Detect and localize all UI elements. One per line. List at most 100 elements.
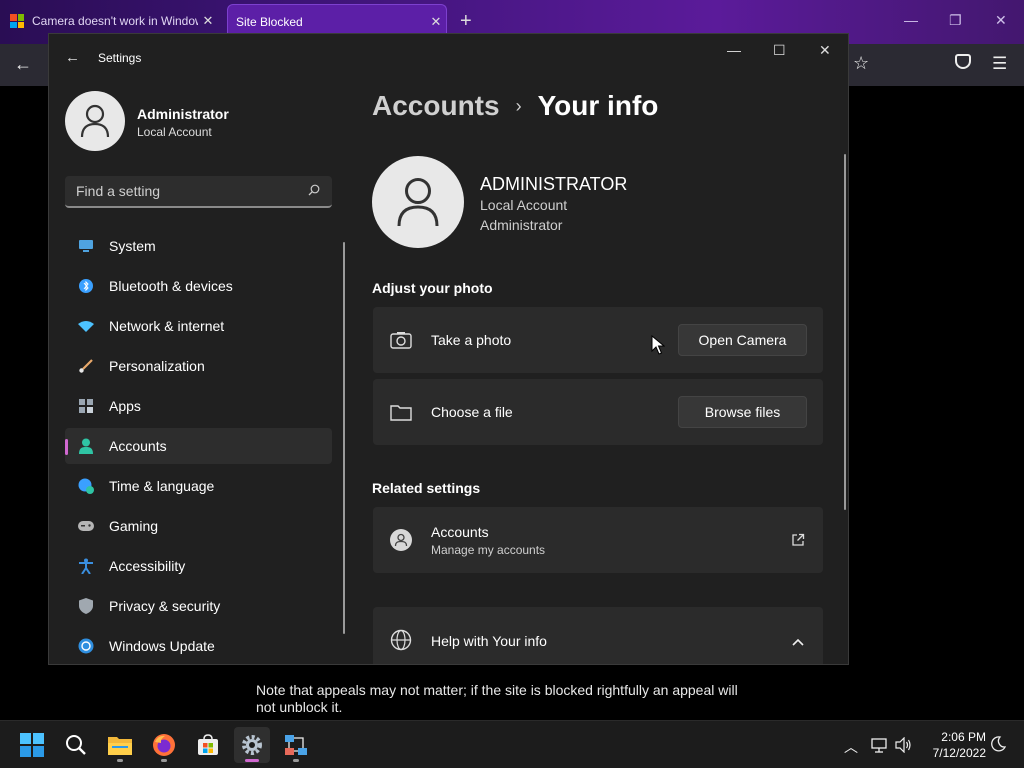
related-accounts-card[interactable]: Accounts Manage my accounts bbox=[373, 507, 823, 573]
help-card[interactable]: Help with Your info bbox=[373, 607, 823, 664]
taskbar-search-button[interactable] bbox=[58, 727, 94, 763]
avatar bbox=[65, 91, 125, 151]
close-window-icon[interactable]: ✕ bbox=[995, 12, 1007, 29]
bookmark-star-icon[interactable]: ☆ bbox=[853, 53, 869, 74]
person-icon bbox=[390, 529, 412, 551]
taskbar-network-tool[interactable] bbox=[278, 727, 314, 763]
accessibility-icon bbox=[78, 558, 94, 574]
choose-file-card: Choose a file Browse files bbox=[373, 379, 823, 445]
section-heading-related: Related settings bbox=[372, 480, 481, 496]
microsoft-logo-icon bbox=[10, 14, 24, 28]
restore-icon[interactable]: ❐ bbox=[949, 12, 962, 29]
breadcrumb-parent[interactable]: Accounts bbox=[372, 90, 500, 122]
taskbar-settings[interactable] bbox=[234, 727, 270, 763]
back-icon[interactable]: ← bbox=[14, 54, 32, 75]
sidebar-item-label: Personalization bbox=[109, 358, 205, 374]
sidebar-item-privacy-security[interactable]: Privacy & security bbox=[65, 588, 332, 624]
sidebar-item-windows-update[interactable]: Windows Update bbox=[65, 628, 332, 664]
new-tab-button[interactable]: + bbox=[460, 10, 472, 33]
person-icon bbox=[78, 438, 94, 454]
section-heading-adjust-photo: Adjust your photo bbox=[372, 280, 493, 296]
mouse-cursor-icon bbox=[651, 335, 665, 355]
breadcrumb: Accounts › Your info bbox=[372, 90, 658, 122]
browse-files-button[interactable]: Browse files bbox=[678, 396, 807, 428]
sidebar-item-label: Network & internet bbox=[109, 318, 225, 334]
volume-icon[interactable] bbox=[895, 737, 912, 753]
sidebar-item-gaming[interactable]: Gaming bbox=[65, 508, 332, 544]
brush-icon bbox=[78, 358, 94, 374]
user-name: Administrator bbox=[137, 106, 229, 122]
sidebar-item-label: Accessibility bbox=[109, 558, 186, 574]
page-title: Your info bbox=[537, 90, 659, 121]
monitor-icon bbox=[78, 238, 94, 254]
menu-icon[interactable]: ☰ bbox=[992, 54, 1007, 74]
close-icon[interactable]: ✕ bbox=[819, 42, 831, 59]
search-box[interactable] bbox=[65, 176, 332, 208]
sidebar-item-apps[interactable]: Apps bbox=[65, 388, 332, 424]
chevron-right-icon: › bbox=[515, 95, 522, 116]
help-label: Help with Your info bbox=[431, 633, 547, 649]
user-account-type: Local Account bbox=[137, 125, 212, 139]
globe-clock-icon bbox=[78, 478, 94, 494]
sidebar-item-time-language[interactable]: Time & language bbox=[65, 468, 332, 504]
bluetooth-icon bbox=[78, 278, 94, 294]
open-camera-button[interactable]: Open Camera bbox=[678, 324, 807, 356]
search-icon bbox=[66, 735, 86, 755]
pocket-icon[interactable] bbox=[955, 54, 971, 69]
minimize-icon[interactable]: — bbox=[904, 12, 918, 28]
store-icon bbox=[198, 734, 218, 755]
external-link-icon bbox=[792, 533, 805, 546]
chevron-up-icon[interactable]: ︿ bbox=[844, 737, 858, 757]
gamepad-icon bbox=[78, 518, 94, 534]
take-photo-card: Take a photo Open Camera bbox=[373, 307, 823, 373]
apps-icon bbox=[78, 398, 94, 414]
sidebar-item-label: Time & language bbox=[109, 478, 215, 494]
back-arrow-icon[interactable]: ← bbox=[65, 49, 80, 66]
maximize-icon[interactable]: ☐ bbox=[773, 42, 786, 59]
settings-window: ← Settings — ☐ ✕ Administrator Local Acc… bbox=[48, 33, 849, 665]
sidebar-item-label: Bluetooth & devices bbox=[109, 278, 233, 294]
person-icon bbox=[397, 178, 439, 227]
sidebar-item-accessibility[interactable]: Accessibility bbox=[65, 548, 332, 584]
update-icon bbox=[78, 638, 94, 654]
sidebar-item-bluetooth[interactable]: Bluetooth & devices bbox=[65, 268, 332, 304]
sidebar-item-label: System bbox=[109, 238, 156, 254]
quiet-hours-moon-icon[interactable] bbox=[990, 736, 1006, 752]
sidebar-item-label: Apps bbox=[109, 398, 141, 414]
sidebar-item-network[interactable]: Network & internet bbox=[65, 308, 332, 344]
main-scrollbar[interactable] bbox=[844, 154, 846, 510]
clock-time: 2:06 PM bbox=[941, 730, 986, 744]
close-icon[interactable]: ✕ bbox=[426, 14, 446, 30]
profile-account-type: Local Account bbox=[480, 197, 568, 213]
search-input[interactable] bbox=[65, 176, 305, 206]
camera-icon bbox=[390, 329, 412, 351]
caption-text: Note that appeals may not matter; if the… bbox=[256, 682, 738, 715]
profile-avatar bbox=[372, 156, 464, 248]
taskbar-firefox[interactable] bbox=[146, 727, 182, 763]
chevron-up-icon[interactable] bbox=[791, 635, 805, 649]
search-icon bbox=[308, 184, 320, 196]
sidebar-item-personalization[interactable]: Personalization bbox=[65, 348, 332, 384]
close-icon[interactable]: ✕ bbox=[198, 13, 218, 29]
sidebar-item-accounts[interactable]: Accounts bbox=[65, 428, 332, 464]
choose-file-label: Choose a file bbox=[431, 404, 513, 420]
taskbar-file-explorer[interactable] bbox=[102, 727, 138, 763]
person-icon bbox=[80, 104, 110, 138]
clock-date: 7/12/2022 bbox=[932, 746, 986, 760]
file-explorer-icon bbox=[108, 737, 132, 755]
sidebar-item-label: Accounts bbox=[109, 438, 167, 454]
sidebar-item-label: Windows Update bbox=[109, 638, 215, 654]
taskbar-store[interactable] bbox=[190, 727, 226, 763]
clock[interactable]: 2:06 PM 7/12/2022 bbox=[916, 729, 986, 761]
folder-icon bbox=[390, 401, 412, 423]
minimize-icon[interactable]: — bbox=[727, 42, 741, 58]
sidebar-item-system[interactable]: System bbox=[65, 228, 332, 264]
profile-name: ADMINISTRATOR bbox=[480, 174, 628, 194]
tab-title: Camera doesn't work in Windows 11 bbox=[32, 14, 198, 28]
sidebar-scrollbar[interactable] bbox=[343, 242, 345, 634]
network-tool-icon bbox=[285, 735, 307, 755]
sidebar-item-label: Gaming bbox=[109, 518, 159, 534]
start-button[interactable] bbox=[14, 727, 50, 763]
network-icon[interactable] bbox=[871, 737, 888, 753]
sidebar-nav: System Bluetooth & devices Network & int… bbox=[65, 228, 332, 664]
